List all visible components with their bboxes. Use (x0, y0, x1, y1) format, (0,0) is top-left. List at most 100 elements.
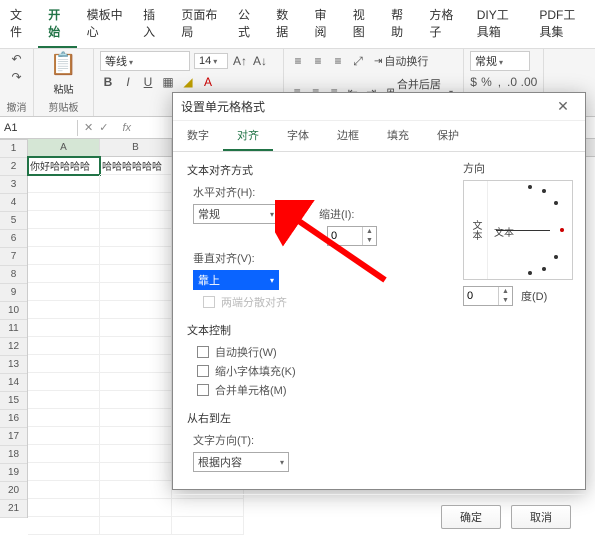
cell[interactable] (28, 499, 100, 517)
cell[interactable] (100, 355, 172, 373)
bold-icon[interactable]: B (100, 74, 116, 90)
increase-font-icon[interactable]: A↑ (232, 53, 248, 69)
orientation-icon[interactable]: ⤢ (350, 53, 366, 69)
cell[interactable] (100, 409, 172, 427)
cell[interactable]: 你好哈哈哈哈 (28, 157, 100, 175)
cell[interactable] (100, 391, 172, 409)
comma-icon[interactable]: , (496, 74, 503, 90)
row-header[interactable]: 19 (0, 464, 27, 482)
dialog-tab[interactable]: 边框 (323, 121, 373, 151)
redo-icon[interactable]: ↷ (9, 69, 25, 85)
cell[interactable] (28, 445, 100, 463)
degree-spinner[interactable]: ▲▼ (463, 286, 513, 306)
cell[interactable] (100, 211, 172, 229)
dialog-tab[interactable]: 填充 (373, 121, 423, 151)
menu-item-8[interactable]: 视图 (343, 0, 381, 48)
menu-item-5[interactable]: 公式 (228, 0, 266, 48)
row-header[interactable]: 5 (0, 212, 27, 230)
font-color-icon[interactable]: A (200, 74, 216, 90)
fill-color-icon[interactable]: ◢ (180, 74, 196, 90)
cell[interactable] (28, 463, 100, 481)
row-header[interactable]: 20 (0, 482, 27, 500)
cell[interactable] (28, 319, 100, 337)
cell[interactable] (100, 319, 172, 337)
align-mid-icon[interactable]: ≡ (310, 53, 326, 69)
cell[interactable] (28, 265, 100, 283)
row-header[interactable]: 15 (0, 392, 27, 410)
dialog-tab[interactable]: 对齐 (223, 121, 273, 151)
cell[interactable] (28, 211, 100, 229)
cell[interactable] (28, 193, 100, 211)
row-header[interactable]: 3 (0, 176, 27, 194)
dec-decimal-icon[interactable]: .00 (521, 74, 537, 90)
row-header[interactable]: 6 (0, 230, 27, 248)
row-header[interactable]: 8 (0, 266, 27, 284)
cell[interactable] (100, 193, 172, 211)
menu-item-12[interactable]: PDF工具集 (529, 0, 595, 48)
cell[interactable] (100, 517, 172, 535)
menu-item-4[interactable]: 页面布局 (171, 0, 228, 48)
cancel-button[interactable]: 取消 (511, 505, 571, 529)
cell[interactable] (28, 481, 100, 499)
ok-button[interactable]: 确定 (441, 505, 501, 529)
cell[interactable] (100, 481, 172, 499)
col-header[interactable]: A (28, 139, 100, 156)
cell[interactable]: 哈哈哈哈哈哈 (100, 157, 172, 175)
menu-item-11[interactable]: DIY工具箱 (467, 0, 530, 48)
row-header[interactable]: 11 (0, 320, 27, 338)
dialog-tab[interactable]: 字体 (273, 121, 323, 151)
cell[interactable] (28, 175, 100, 193)
number-format-select[interactable]: 常规▾ (470, 51, 530, 71)
menu-item-0[interactable]: 文件 (0, 0, 38, 48)
percent-icon[interactable]: % (481, 74, 492, 90)
align-bot-icon[interactable]: ≡ (330, 53, 346, 69)
row-header[interactable]: 4 (0, 194, 27, 212)
font-size-select[interactable]: 14▾ (194, 53, 228, 69)
undo-icon[interactable]: ↶ (9, 51, 25, 67)
menu-item-2[interactable]: 模板中心 (77, 0, 134, 48)
row-header[interactable]: 18 (0, 446, 27, 464)
menu-item-6[interactable]: 数据 (266, 0, 304, 48)
cell[interactable] (28, 301, 100, 319)
cell[interactable] (28, 283, 100, 301)
menu-item-1[interactable]: 开始 (38, 0, 76, 48)
cell[interactable] (100, 283, 172, 301)
col-header[interactable]: B (100, 139, 172, 156)
close-icon[interactable]: ✕ (549, 98, 577, 115)
cell[interactable] (100, 445, 172, 463)
menu-item-9[interactable]: 帮助 (381, 0, 419, 48)
cell[interactable] (100, 175, 172, 193)
cell[interactable] (28, 355, 100, 373)
row-header[interactable]: 12 (0, 338, 27, 356)
dialog-tab[interactable]: 保护 (423, 121, 473, 151)
row-header[interactable]: 10 (0, 302, 27, 320)
row-header[interactable]: 9 (0, 284, 27, 302)
cell[interactable] (100, 337, 172, 355)
row-header[interactable]: 14 (0, 374, 27, 392)
cell[interactable] (100, 229, 172, 247)
cell[interactable] (100, 499, 172, 517)
inc-decimal-icon[interactable]: .0 (507, 74, 517, 90)
row-header[interactable]: 7 (0, 248, 27, 266)
name-box[interactable]: A1 (0, 120, 78, 136)
h-align-select[interactable]: 常规▾ (193, 204, 279, 224)
row-header[interactable]: 21 (0, 500, 27, 518)
currency-icon[interactable]: $ (470, 74, 477, 90)
cell[interactable] (28, 391, 100, 409)
cell[interactable] (28, 337, 100, 355)
confirm-formula-icon[interactable]: ✓ (99, 121, 108, 134)
text-direction-select[interactable]: 根据内容▾ (193, 452, 289, 472)
orientation-widget[interactable]: 文本 文本 (463, 180, 573, 280)
cell[interactable] (28, 517, 100, 535)
menu-item-3[interactable]: 插入 (133, 0, 171, 48)
cell[interactable] (100, 247, 172, 265)
wrap-checkbox[interactable]: 自动换行(W) (197, 344, 571, 360)
cancel-formula-icon[interactable]: ✕ (84, 121, 93, 134)
cell[interactable] (100, 463, 172, 481)
menu-item-7[interactable]: 审阅 (305, 0, 343, 48)
cell[interactable] (28, 247, 100, 265)
row-header[interactable]: 17 (0, 428, 27, 446)
cell[interactable] (28, 373, 100, 391)
cell[interactable] (100, 427, 172, 445)
indent-spinner[interactable]: ▲▼ (327, 226, 377, 246)
